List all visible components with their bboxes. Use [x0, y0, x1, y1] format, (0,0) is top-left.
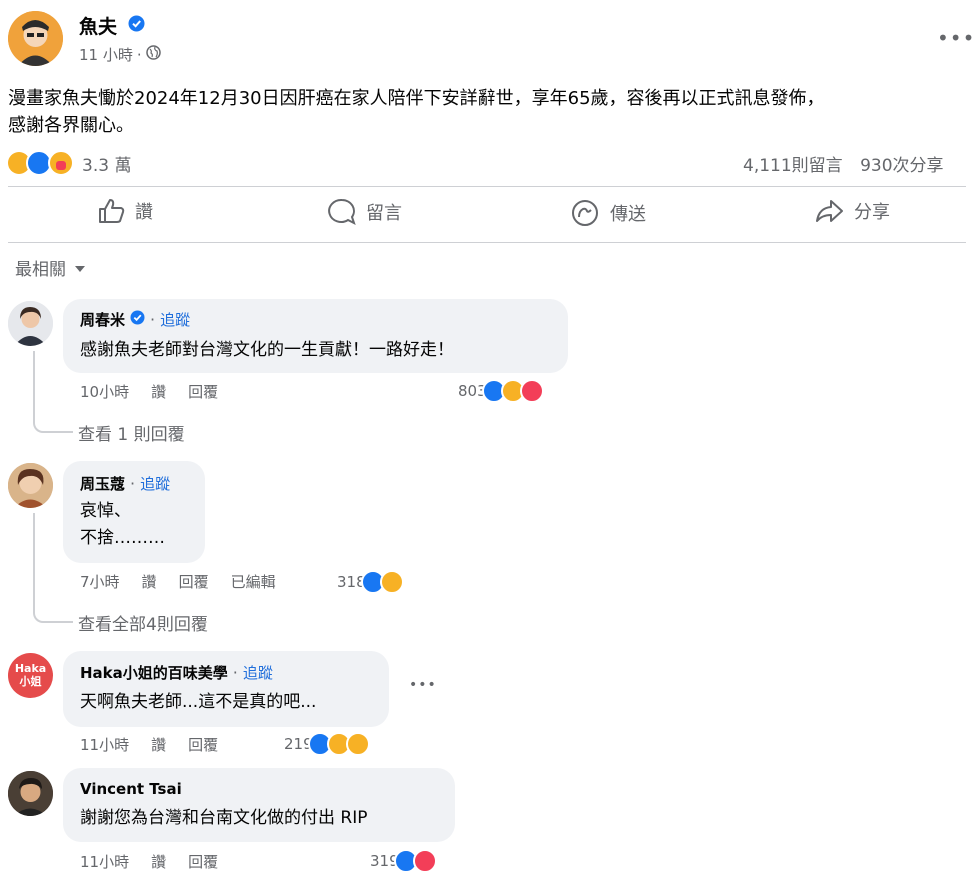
comment-avatar-3[interactable]: Haka 小姐 — [8, 653, 53, 698]
share-label: 分享 — [854, 202, 890, 223]
send-button[interactable]: 傳送 — [570, 198, 646, 228]
separator-dot: · — [136, 45, 142, 64]
wow-reaction-icon — [345, 732, 370, 756]
comment-options-icon[interactable]: ••• — [409, 677, 437, 693]
comment-time[interactable]: 10小時 — [80, 383, 129, 401]
like-button[interactable]: 讚 — [97, 198, 153, 224]
comment-reactions[interactable]: 318 — [337, 570, 404, 594]
comment-reply-button[interactable]: 回覆 — [188, 383, 218, 401]
share-arrow-icon — [816, 200, 843, 222]
post-text-line-2: 感謝各界關心。 — [8, 115, 134, 136]
comment-like-button[interactable]: 讚 — [142, 573, 157, 591]
messenger-icon — [572, 200, 598, 226]
comment-reply-button[interactable]: 回覆 — [188, 853, 218, 871]
comments-count[interactable]: 4,111則留言 — [743, 156, 843, 176]
edited-label: 已編輯 — [230, 573, 276, 591]
sort-label: 最相關 — [15, 260, 66, 280]
more-options-icon[interactable]: ••• — [937, 26, 973, 50]
divider-top — [8, 186, 966, 187]
comment-avatar-1[interactable] — [8, 301, 53, 346]
comment-bubble-3: Haka小姐的百味美學 · 追蹤 天啊魚夫老師...這不是真的吧... — [63, 651, 389, 727]
comment-bubble-4: Vincent Tsai 謝謝您為台灣和台南文化做的付出 RIP — [63, 768, 455, 842]
share-button[interactable]: 分享 — [814, 198, 890, 224]
reaction-count[interactable]: 3.3 萬 — [82, 151, 131, 176]
comment-time[interactable]: 11小時 — [80, 736, 129, 754]
comment-avatar-2[interactable] — [8, 463, 53, 508]
post-timestamp[interactable]: 11 小時 — [79, 44, 133, 65]
divider-bottom — [8, 242, 966, 243]
like-label: 讚 — [135, 202, 153, 223]
comment-reply-button[interactable]: 回覆 — [179, 573, 209, 591]
follow-button[interactable]: 追蹤 — [243, 662, 273, 683]
separator-dot: · — [232, 663, 238, 682]
commenter-name[interactable]: 周春米 — [80, 309, 125, 330]
comment-like-button[interactable]: 讚 — [151, 853, 166, 871]
thumbs-up-icon — [99, 199, 125, 223]
love-reaction-icon — [412, 849, 437, 873]
comment-text: 感謝魚夫老師對台灣文化的一生貢獻！一路好走！ — [80, 340, 454, 360]
commenter-name[interactable]: 周玉蔻 — [80, 473, 125, 494]
avatar-logo-text: 小姐 — [19, 675, 42, 688]
comment-like-button[interactable]: 讚 — [151, 383, 166, 401]
comment-button[interactable]: 留言 — [328, 198, 402, 225]
comment-text-line-1: 哀悼、 — [80, 501, 131, 521]
author-name[interactable]: 魚夫 — [79, 12, 117, 39]
comment-icon — [328, 198, 356, 225]
comment-reactions[interactable]: 219 — [284, 732, 370, 756]
sad-reaction-icon — [379, 570, 404, 594]
separator-dot: · — [150, 310, 156, 329]
avatar-logo-text: Haka — [14, 662, 47, 675]
post-text: 漫畫家魚夫慟於2024年12月30日因肝癌在家人陪伴下安詳辭世，享年65歲，容後… — [8, 85, 973, 139]
comment-text: 謝謝您為台灣和台南文化做的付出 RIP — [80, 808, 368, 828]
view-replies-link[interactable]: 查看 1 則回覆 — [78, 420, 185, 445]
view-replies-link[interactable]: 查看全部4則回覆 — [78, 610, 208, 635]
comment-text: 天啊魚夫老師...這不是真的吧... — [80, 692, 317, 712]
follow-button[interactable]: 追蹤 — [140, 473, 170, 494]
follow-button[interactable]: 追蹤 — [160, 309, 190, 330]
comment-time[interactable]: 11小時 — [80, 853, 129, 871]
care-reaction-icon — [48, 150, 74, 176]
love-reaction-icon — [519, 379, 544, 403]
verified-badge-icon — [128, 15, 145, 36]
commenter-name[interactable]: Haka小姐的百味美學 — [80, 662, 228, 683]
comment-avatar-4[interactable] — [8, 771, 53, 816]
separator-dot: · — [130, 474, 136, 493]
comment-reply-button[interactable]: 回覆 — [188, 736, 218, 754]
author-avatar[interactable] — [8, 11, 63, 66]
comment-reactions[interactable]: 803 — [458, 379, 544, 403]
comment-bubble-1: 周春米 · 追蹤 感謝魚夫老師對台灣文化的一生貢獻！一路好走！ — [63, 299, 568, 373]
caret-down-icon — [74, 258, 86, 278]
comment-bubble-2: 周玉蔻 · 追蹤 哀悼、 不捨……… — [63, 461, 205, 563]
globe-icon — [145, 45, 161, 64]
reaction-summary[interactable]: 3.3 萬 — [8, 150, 131, 176]
comment-like-button[interactable]: 讚 — [151, 736, 166, 754]
commenter-name[interactable]: Vincent Tsai — [80, 780, 182, 798]
sort-dropdown[interactable]: 最相關 — [15, 255, 86, 280]
post-text-line-1: 漫畫家魚夫慟於2024年12月30日因肝癌在家人陪伴下安詳辭世，享年65歲，容後… — [8, 88, 825, 109]
comment-label: 留言 — [366, 202, 402, 224]
comment-text-line-2: 不捨……… — [80, 528, 165, 548]
shares-count[interactable]: 930次分享 — [860, 156, 943, 176]
comment-time[interactable]: 7小時 — [80, 573, 120, 591]
comment-reactions[interactable]: 319 — [370, 849, 437, 873]
send-label: 傳送 — [610, 204, 646, 225]
verified-badge-icon — [130, 310, 145, 329]
